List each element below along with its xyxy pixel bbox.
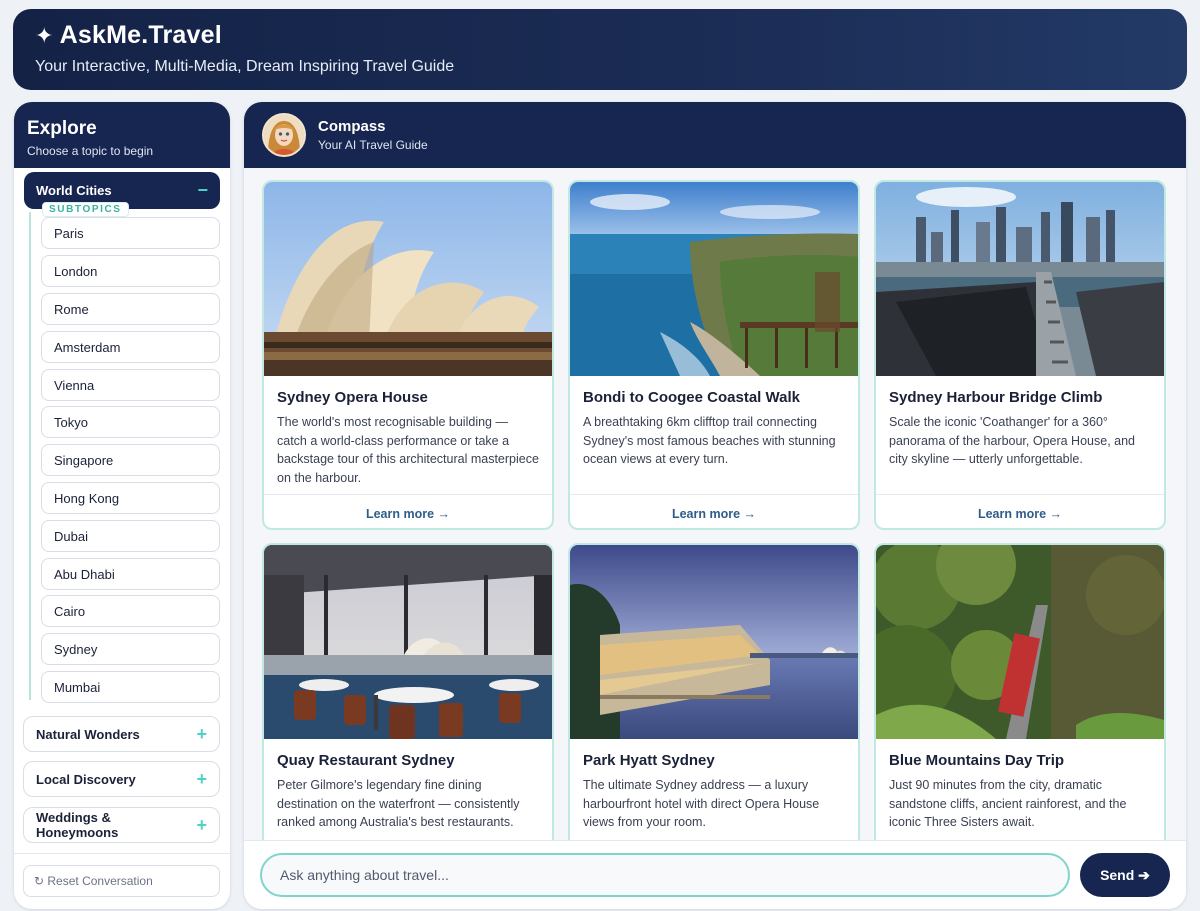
card-description: Scale the iconic 'Coathanger' for a 360°… xyxy=(889,415,1135,466)
result-card[interactable]: Sydney Opera House The world's most reco… xyxy=(262,180,554,530)
result-card[interactable]: Sydney Harbour Bridge Climb Scale the ic… xyxy=(874,180,1166,530)
app-header: ✦ AskMe.Travel Your Interactive, Multi-M… xyxy=(13,9,1187,90)
send-button[interactable]: Send ➔ xyxy=(1080,853,1170,897)
result-card[interactable]: Blue Mountains Day Trip Just 90 minutes … xyxy=(874,543,1166,840)
agent-name: Compass xyxy=(318,118,386,135)
opera-house-photo xyxy=(264,182,552,376)
card-title: Park Hyatt Sydney xyxy=(583,752,715,769)
composer: Send ➔ xyxy=(244,840,1186,909)
subtopic-item[interactable]: London xyxy=(41,255,220,287)
collapse-icon[interactable]: − xyxy=(197,180,208,201)
card-description: Just 90 minutes from the city, dramatic … xyxy=(889,778,1127,829)
learn-more-link[interactable]: Learn more → xyxy=(570,507,858,521)
sidebar-divider xyxy=(14,853,230,854)
reset-label: ↻ Reset Conversation xyxy=(34,874,153,888)
subtopic-item[interactable]: Mumbai xyxy=(41,671,220,703)
expand-icon[interactable]: + xyxy=(196,769,207,790)
results-grid: Sydney Opera House The world's most reco… xyxy=(244,168,1186,840)
learn-more-link[interactable]: Learn more → xyxy=(876,507,1164,521)
result-card[interactable]: Bondi to Coogee Coastal Walk A breathtak… xyxy=(568,180,860,530)
mountains-photo xyxy=(876,545,1164,739)
category-label: Natural Wonders xyxy=(36,726,140,742)
card-description: Peter Gilmore's legendary fine dining de… xyxy=(277,778,520,829)
brand[interactable]: ✦ AskMe.Travel xyxy=(35,21,1165,50)
card-title: Blue Mountains Day Trip xyxy=(889,752,1065,769)
card-description: The world's most recognisable building —… xyxy=(277,415,539,485)
sparkle-icon: ✦ xyxy=(35,22,54,48)
subtopic-item[interactable]: Abu Dhabi xyxy=(41,558,220,590)
app-title: AskMe.Travel xyxy=(59,21,222,49)
subtopics-tag: SUBTOPICS xyxy=(42,202,129,217)
card-divider xyxy=(570,494,858,495)
category-label: World Cities xyxy=(36,183,112,198)
category-label: Local Discovery xyxy=(36,771,136,787)
card-title: Quay Restaurant Sydney xyxy=(277,752,455,769)
card-title: Bondi to Coogee Coastal Walk xyxy=(583,389,800,406)
subtopic-item[interactable]: Cairo xyxy=(41,595,220,627)
card-title: Sydney Opera House xyxy=(277,389,428,406)
learn-more-link[interactable]: Learn more → xyxy=(264,507,552,521)
subtopic-item[interactable]: Rome xyxy=(41,293,220,325)
subtopic-item[interactable]: Dubai xyxy=(41,520,220,552)
subtopic-guide-line xyxy=(29,212,31,700)
subtopic-item[interactable]: Sydney xyxy=(41,633,220,665)
subtopic-item[interactable]: Amsterdam xyxy=(41,331,220,363)
card-description: The ultimate Sydney address — a luxury h… xyxy=(583,778,820,829)
expand-icon[interactable]: + xyxy=(196,815,207,836)
subtopic-item[interactable]: Vienna xyxy=(41,369,220,401)
card-description: A breathtaking 6km clifftop trail connec… xyxy=(583,415,836,466)
subtopic-item[interactable]: Hong Kong xyxy=(41,482,220,514)
sidebar-title: Explore xyxy=(27,118,97,139)
chat-input[interactable] xyxy=(260,853,1070,897)
sidebar-header: Explore Choose a topic to begin xyxy=(14,102,230,168)
coastal-walk-photo xyxy=(570,182,858,376)
sidebar-subtitle: Choose a topic to begin xyxy=(27,144,154,158)
chat-header: Compass Your AI Travel Guide xyxy=(244,102,1186,168)
category-label: Weddings & Honeymoons xyxy=(36,810,119,840)
reset-conversation-button[interactable]: ↻ Reset Conversation xyxy=(23,865,220,897)
result-card[interactable]: Quay Restaurant Sydney Peter Gilmore's l… xyxy=(262,543,554,840)
subtopic-item[interactable]: Paris xyxy=(41,217,220,249)
expand-icon[interactable]: + xyxy=(196,724,207,745)
result-card[interactable]: Park Hyatt Sydney The ultimate Sydney ad… xyxy=(568,543,860,840)
subtopic-item[interactable]: Tokyo xyxy=(41,406,220,438)
agent-subtitle: Your AI Travel Guide xyxy=(318,138,428,152)
category-weddings-honeymoons[interactable]: Weddings & Honeymoons + xyxy=(23,807,220,843)
category-natural-wonders[interactable]: Natural Wonders + xyxy=(23,716,220,752)
app-tagline: Your Interactive, Multi-Media, Dream Ins… xyxy=(35,58,455,75)
hotel-photo xyxy=(570,545,858,739)
card-title: Sydney Harbour Bridge Climb xyxy=(889,389,1103,406)
avatar xyxy=(262,113,306,157)
send-label: Send ➔ xyxy=(1100,866,1150,883)
card-divider xyxy=(264,494,552,495)
chat-panel: Compass Your AI Travel Guide Sydney Oper… xyxy=(244,102,1186,909)
card-divider xyxy=(876,494,1164,495)
restaurant-photo xyxy=(264,545,552,739)
category-local-discovery[interactable]: Local Discovery + xyxy=(23,761,220,797)
subtopic-item[interactable]: Singapore xyxy=(41,444,220,476)
bridge-climb-photo xyxy=(876,182,1164,376)
